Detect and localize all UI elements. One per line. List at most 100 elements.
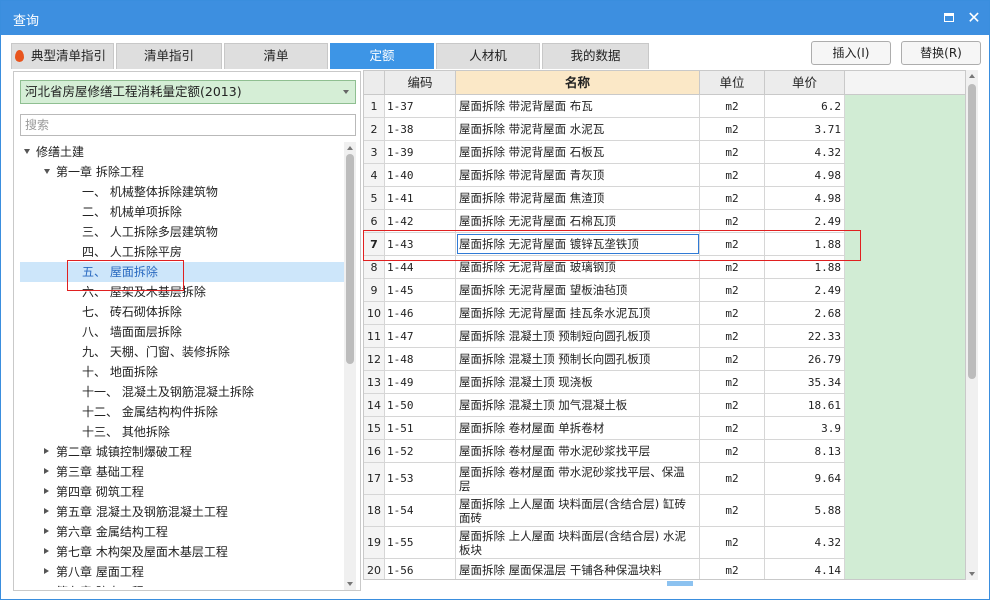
tree-node[interactable]: 十二、 金属结构构件拆除: [20, 402, 345, 422]
tree-node[interactable]: 九、 天棚、门窗、装修拆除: [20, 342, 345, 362]
tree-node[interactable]: 三、 人工拆除多层建筑物: [20, 222, 345, 242]
name-cell[interactable]: 屋面拆除 无泥背屋面 望板油毡顶: [456, 279, 700, 301]
price-cell[interactable]: 18.61: [765, 394, 845, 416]
table-row[interactable]: 14 1-50 屋面拆除 混凝土顶 加气混凝土板 m2 18.61: [364, 394, 845, 417]
price-cell[interactable]: 35.34: [765, 371, 845, 393]
collapsed-arrow-icon[interactable]: [44, 468, 49, 474]
collapsed-arrow-icon[interactable]: [44, 488, 49, 494]
name-cell[interactable]: 屋面拆除 上人屋面 块料面层(含结合层) 水泥板块: [456, 527, 700, 558]
row-number[interactable]: 3: [364, 141, 385, 163]
code-cell[interactable]: 1-50: [385, 394, 456, 416]
code-cell[interactable]: 1-45: [385, 279, 456, 301]
table-row[interactable]: 2 1-38 屋面拆除 带泥背屋面 水泥瓦 m2 3.71: [364, 118, 845, 141]
tree-node[interactable]: 第三章 基础工程: [20, 462, 345, 482]
name-cell[interactable]: 屋面拆除 带泥背屋面 青灰顶: [456, 164, 700, 186]
tab-labor-material-machine[interactable]: 人材机: [436, 43, 540, 69]
tree-node[interactable]: 一、 机械整体拆除建筑物: [20, 182, 345, 202]
row-number[interactable]: 16: [364, 440, 385, 462]
name-cell[interactable]: 屋面拆除 混凝土顶 现浇板: [456, 371, 700, 393]
code-cell[interactable]: 1-56: [385, 559, 456, 579]
code-cell[interactable]: 1-46: [385, 302, 456, 324]
tree-node[interactable]: 第八章 屋面工程: [20, 562, 345, 582]
row-number[interactable]: 10: [364, 302, 385, 324]
price-cell[interactable]: 4.98: [765, 164, 845, 186]
table-row[interactable]: 20 1-56 屋面拆除 屋面保温层 干铺各种保温块料 m2 4.14: [364, 559, 845, 579]
unit-cell[interactable]: m2: [700, 348, 765, 370]
collapsed-arrow-icon[interactable]: [44, 528, 49, 534]
price-cell[interactable]: 2.49: [765, 279, 845, 301]
scroll-up-icon[interactable]: [347, 146, 353, 150]
unit-cell[interactable]: m2: [700, 463, 765, 494]
name-cell[interactable]: 屋面拆除 带泥背屋面 布瓦: [456, 95, 700, 117]
row-number[interactable]: 2: [364, 118, 385, 140]
column-header-unit[interactable]: 单位: [700, 71, 765, 95]
table-row[interactable]: 12 1-48 屋面拆除 混凝土顶 预制长向圆孔板顶 m2 26.79: [364, 348, 845, 371]
code-cell[interactable]: 1-54: [385, 495, 456, 526]
row-number[interactable]: 14: [364, 394, 385, 416]
column-header-name[interactable]: 名称: [456, 71, 700, 95]
code-cell[interactable]: 1-51: [385, 417, 456, 439]
tab-my-data[interactable]: 我的数据: [542, 43, 649, 69]
unit-cell[interactable]: m2: [700, 495, 765, 526]
table-row[interactable]: 15 1-51 屋面拆除 卷材屋面 单拆卷材 m2 3.9: [364, 417, 845, 440]
tree-node[interactable]: 第六章 金属结构工程: [20, 522, 345, 542]
code-cell[interactable]: 1-37: [385, 95, 456, 117]
tree-scrollbar[interactable]: [344, 142, 356, 590]
name-cell[interactable]: 屋面拆除 上人屋面 块料面层(含结合层) 缸砖面砖: [456, 495, 700, 526]
name-cell[interactable]: 屋面拆除 无泥背屋面 石棉瓦顶: [456, 210, 700, 232]
unit-cell[interactable]: m2: [700, 187, 765, 209]
name-cell[interactable]: 屋面拆除 卷材屋面 带水泥砂浆找平层、保温层: [456, 463, 700, 494]
price-cell[interactable]: 2.68: [765, 302, 845, 324]
table-row[interactable]: 18 1-54 屋面拆除 上人屋面 块料面层(含结合层) 缸砖面砖 m2 5.88: [364, 495, 845, 527]
column-header-price[interactable]: 单价: [765, 71, 845, 95]
name-cell[interactable]: 屋面拆除 卷材屋面 带水泥砂浆找平层: [456, 440, 700, 462]
table-row[interactable]: 1 1-37 屋面拆除 带泥背屋面 布瓦 m2 6.2: [364, 95, 845, 118]
tree-node[interactable]: 四、 人工拆除平房: [20, 242, 345, 262]
name-cell[interactable]: 屋面拆除 混凝土顶 预制短向圆孔板顶: [456, 325, 700, 347]
table-row[interactable]: 13 1-49 屋面拆除 混凝土顶 现浇板 m2 35.34: [364, 371, 845, 394]
column-header-code[interactable]: 编码: [385, 71, 456, 95]
unit-cell[interactable]: m2: [700, 302, 765, 324]
table-row[interactable]: 11 1-47 屋面拆除 混凝土顶 预制短向圆孔板顶 m2 22.33: [364, 325, 845, 348]
name-cell[interactable]: 屋面拆除 带泥背屋面 焦渣顶: [456, 187, 700, 209]
unit-cell[interactable]: m2: [700, 527, 765, 558]
expanded-arrow-icon[interactable]: [44, 169, 50, 174]
row-number[interactable]: 12: [364, 348, 385, 370]
table-row[interactable]: 9 1-45 屋面拆除 无泥背屋面 望板油毡顶 m2 2.49: [364, 279, 845, 302]
tree-node[interactable]: 八、 墙面面层拆除: [20, 322, 345, 342]
row-number[interactable]: 17: [364, 463, 385, 494]
unit-cell[interactable]: m2: [700, 394, 765, 416]
table-row[interactable]: 19 1-55 屋面拆除 上人屋面 块料面层(含结合层) 水泥板块 m2 4.32: [364, 527, 845, 559]
table-row[interactable]: 3 1-39 屋面拆除 带泥背屋面 石板瓦 m2 4.32: [364, 141, 845, 164]
row-number[interactable]: 1: [364, 95, 385, 117]
price-cell[interactable]: 4.32: [765, 141, 845, 163]
code-cell[interactable]: 1-47: [385, 325, 456, 347]
tree-node[interactable]: 第二章 城镇控制爆破工程: [20, 442, 345, 462]
row-number[interactable]: 11: [364, 325, 385, 347]
price-cell[interactable]: 3.9: [765, 417, 845, 439]
price-cell[interactable]: 5.88: [765, 495, 845, 526]
price-cell[interactable]: 4.32: [765, 527, 845, 558]
unit-cell[interactable]: m2: [700, 95, 765, 117]
name-cell[interactable]: 屋面拆除 带泥背屋面 石板瓦: [456, 141, 700, 163]
name-cell[interactable]: 屋面拆除 混凝土顶 预制长向圆孔板顶: [456, 348, 700, 370]
row-number[interactable]: 4: [364, 164, 385, 186]
unit-cell[interactable]: m2: [700, 559, 765, 579]
row-number[interactable]: 15: [364, 417, 385, 439]
tree-node[interactable]: 第一章 拆除工程: [20, 162, 345, 182]
table-row[interactable]: 5 1-41 屋面拆除 带泥背屋面 焦渣顶 m2 4.98: [364, 187, 845, 210]
row-number[interactable]: 9: [364, 279, 385, 301]
code-cell[interactable]: 1-38: [385, 118, 456, 140]
unit-cell[interactable]: m2: [700, 279, 765, 301]
price-cell[interactable]: 9.64: [765, 463, 845, 494]
insert-button[interactable]: 插入(I): [811, 41, 891, 65]
collapsed-arrow-icon[interactable]: [44, 448, 49, 454]
expanded-arrow-icon[interactable]: [24, 149, 30, 154]
tree-scroll-thumb[interactable]: [346, 154, 354, 364]
row-number[interactable]: 13: [364, 371, 385, 393]
code-cell[interactable]: 1-52: [385, 440, 456, 462]
maximize-icon[interactable]: [941, 10, 957, 26]
tree-node[interactable]: 第七章 木构架及屋面木基层工程: [20, 542, 345, 562]
code-cell[interactable]: 1-49: [385, 371, 456, 393]
table-scrollbar[interactable]: [966, 70, 978, 580]
